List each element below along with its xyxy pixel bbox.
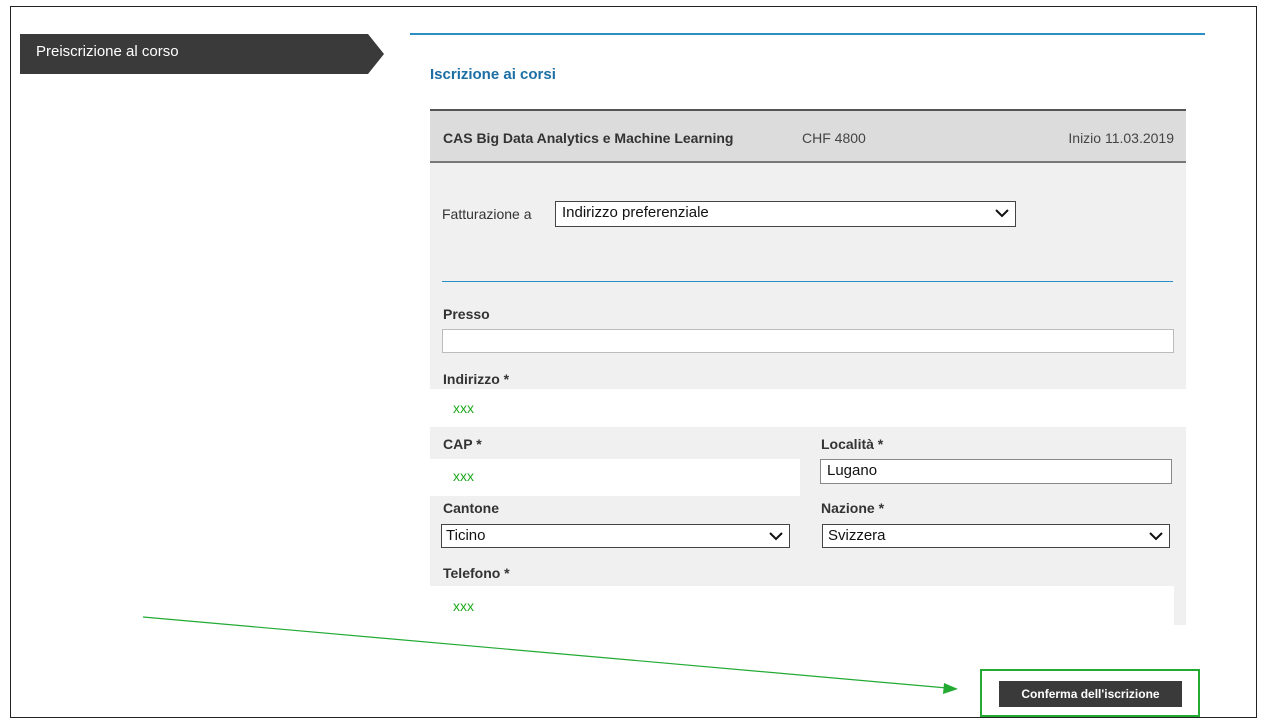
confirm-highlight-box: Conferma dell'iscrizione (980, 669, 1200, 717)
confirm-enrollment-button[interactable]: Conferma dell'iscrizione (999, 681, 1182, 707)
annotation-arrow (142, 616, 958, 694)
